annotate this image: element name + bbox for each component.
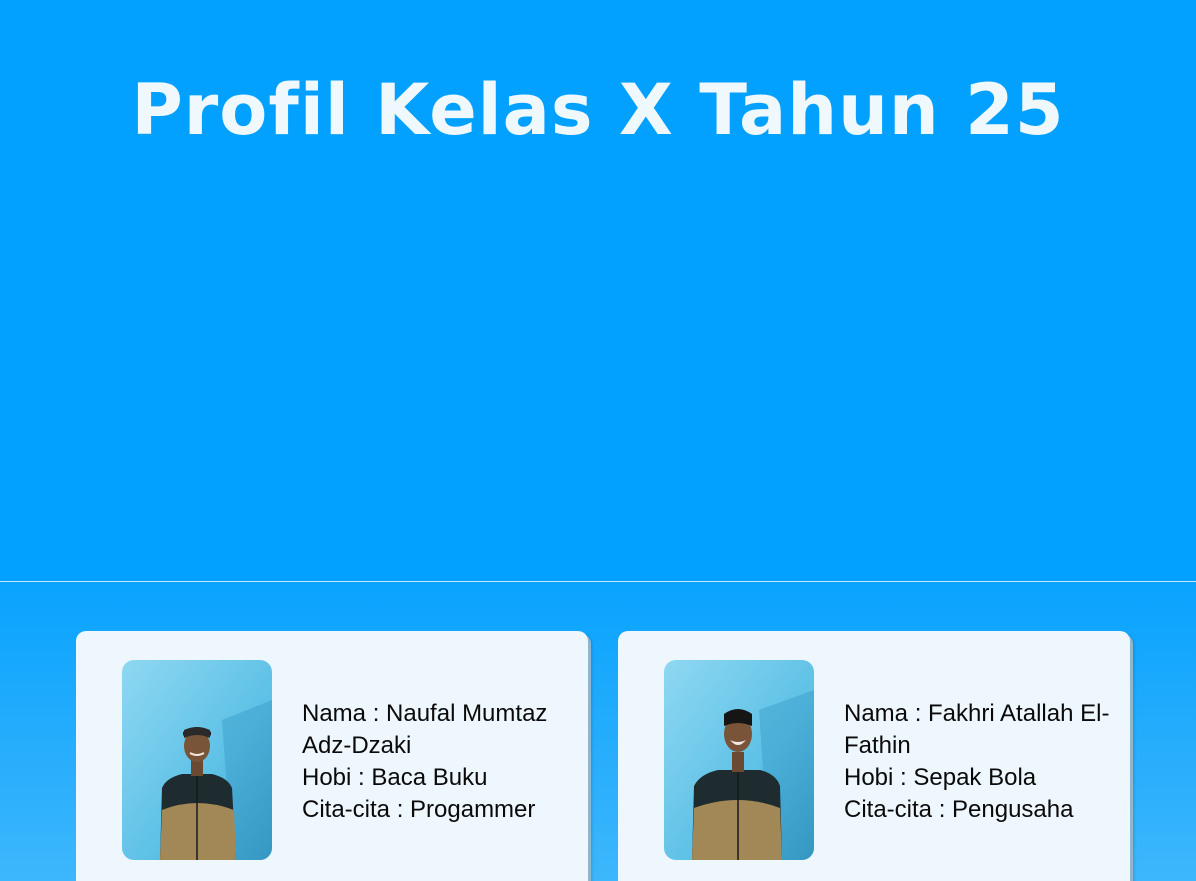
profile-card: Nama : Naufal Mumtaz Adz-Dzaki Hobi : Ba…: [76, 631, 588, 881]
profile-goal: Cita-cita : Progammer: [302, 796, 536, 823]
profile-hobby: Hobi : Sepak Bola: [844, 764, 1037, 791]
profile-info: Nama : Fakhri Atallah El-Fathin Hobi : S…: [844, 698, 1114, 826]
profile-name: Nama : Naufal Mumtaz Adz-Dzaki: [302, 700, 548, 759]
profile-card: Nama : Fakhri Atallah El-Fathin Hobi : S…: [618, 631, 1130, 881]
profile-goal: Cita-cita : Pengusaha: [844, 796, 1074, 823]
profile-name: Nama : Fakhri Atallah El-Fathin: [844, 700, 1110, 759]
profile-hobby: Hobi : Baca Buku: [302, 764, 488, 791]
profile-photo: [122, 660, 272, 860]
profile-info: Nama : Naufal Mumtaz Adz-Dzaki Hobi : Ba…: [302, 698, 572, 826]
student-photo-image: [664, 660, 814, 860]
student-photo-image: [122, 660, 272, 860]
page-title: Profil Kelas X Tahun 25: [131, 69, 1065, 151]
profile-photo: [664, 660, 814, 860]
hero-banner: Profil Kelas X Tahun 25: [0, 0, 1196, 581]
